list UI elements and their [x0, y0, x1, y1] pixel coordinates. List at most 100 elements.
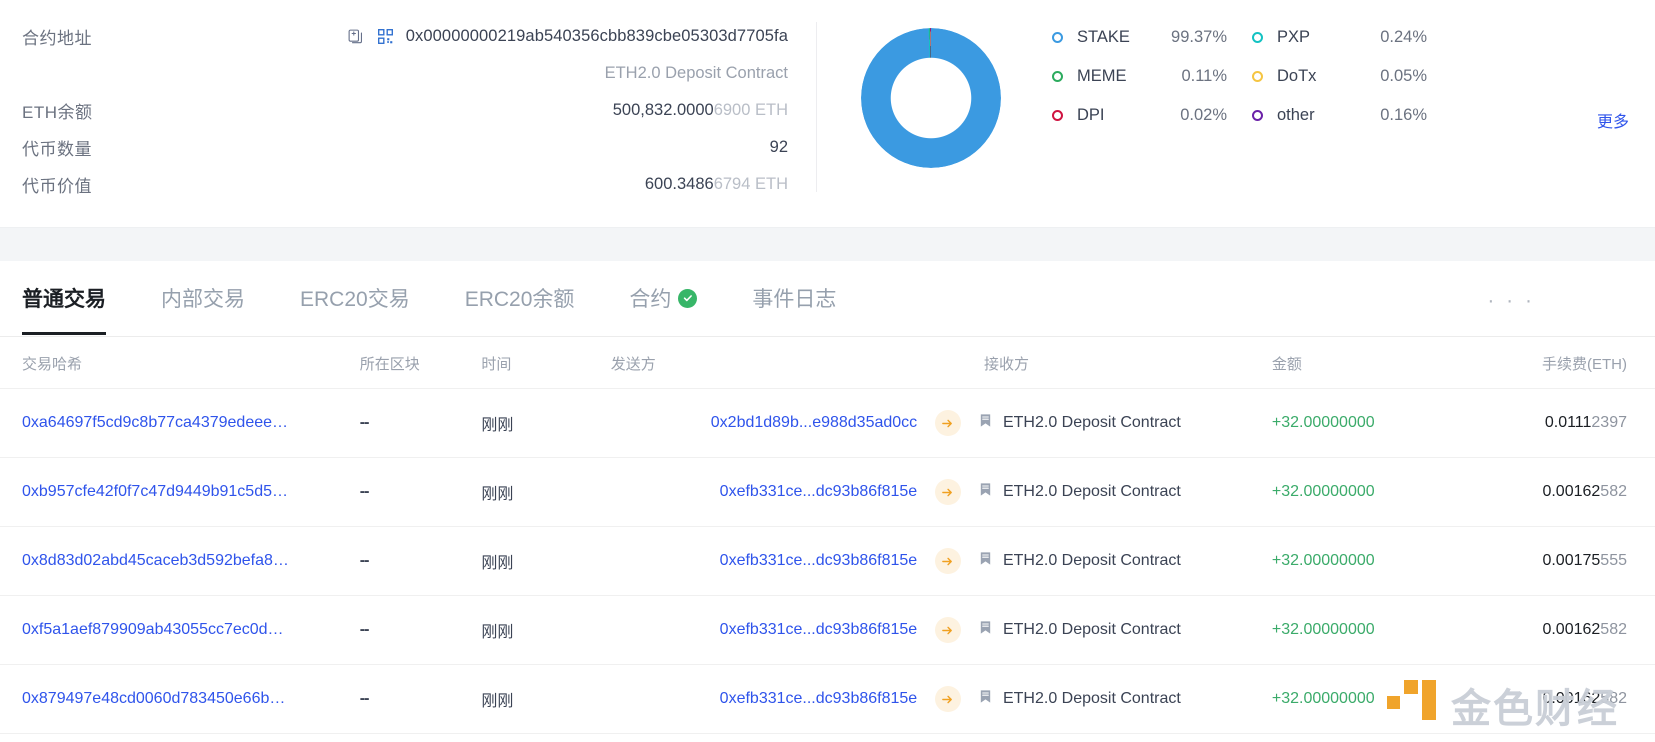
fee-tail: 582: [1600, 621, 1627, 638]
from-address-link[interactable]: 0xefb331ce...dc93b86f815e: [720, 483, 918, 500]
from-address-link[interactable]: 0xefb331ce...dc93b86f815e: [720, 552, 918, 569]
time-value: 刚刚: [481, 417, 514, 434]
fee-main: 0.00162: [1542, 690, 1601, 707]
to-label: ETH2.0 Deposit Contract: [1002, 483, 1181, 500]
tx-hash-link[interactable]: 0xb957cfe42f0f7c47d9449b91c5d5…: [22, 483, 288, 500]
contract-tag-icon: [978, 551, 994, 571]
legend-item-stake[interactable]: STAKE 99.37%: [1052, 28, 1252, 47]
page-root: 合约地址 0x00000000219ab540356cbb839cbe05303…: [0, 0, 1655, 742]
tx-hash-link[interactable]: 0x8d83d02abd45caceb3d592befa8…: [22, 552, 289, 569]
cell-fee: 0.01112397: [1454, 388, 1655, 458]
contract-info-list: 合约地址 0x00000000219ab540356cbb839cbe05303…: [0, 0, 816, 203]
legend-item-dotx[interactable]: DoTx 0.05%: [1252, 67, 1452, 86]
legend-item-pxp[interactable]: PXP 0.24%: [1252, 28, 1452, 47]
cell-time: 刚刚: [481, 595, 583, 665]
cell-from: 0xefb331ce...dc93b86f815e: [582, 595, 918, 665]
col-header-arrow: [917, 337, 978, 389]
tx-hash-link[interactable]: 0x879497e48cd0060d783450e66b…: [22, 690, 285, 707]
tx-hash-link[interactable]: 0xf5a1aef879909ab43055cc7ec0d…: [22, 621, 284, 638]
donut-chart[interactable]: [861, 28, 1001, 168]
tab-2[interactable]: ERC20交易: [300, 261, 410, 313]
label-contract-address: 合约地址: [22, 29, 92, 48]
table-header-row: 交易哈希 所在区块 时间 发送方 接收方 金额 手续费(ETH): [0, 337, 1655, 389]
arrow-right-icon: [934, 479, 961, 505]
col-header-from: 发送方: [582, 337, 918, 389]
contract-tag-icon: [978, 482, 994, 502]
token-distribution-chart: [816, 0, 1046, 168]
time-value: 刚刚: [481, 693, 514, 710]
contract-name-text: ETH2.0 Deposit Contract: [604, 64, 788, 82]
cell-fee: 0.00162582: [1454, 457, 1655, 527]
tab-4[interactable]: 合约: [629, 261, 698, 313]
cell-from: 0xefb331ce...dc93b86f815e: [582, 457, 918, 527]
fee-main: 0.00162: [1542, 621, 1601, 638]
contract-tag-icon: [978, 689, 994, 709]
time-value: 刚刚: [481, 486, 514, 503]
info-row-contract-name: ETH2.0 Deposit Contract: [22, 55, 788, 92]
tab-3[interactable]: ERC20余额: [465, 261, 575, 313]
legend-label: PXP: [1277, 28, 1311, 46]
label-token-value: 代币价值: [22, 177, 92, 196]
cell-block: --: [359, 595, 482, 665]
cell-from: 0xefb331ce...dc93b86f815e: [582, 664, 918, 734]
legend-item-other[interactable]: other 0.16%: [1252, 106, 1452, 125]
block-value: --: [359, 621, 370, 638]
cell-block: --: [359, 457, 482, 527]
legend-percent: 0.16%: [1380, 106, 1427, 124]
fee-main: 0.00162: [1542, 483, 1601, 500]
from-address-link[interactable]: 0xefb331ce...dc93b86f815e: [720, 621, 918, 638]
table-head: 交易哈希 所在区块 时间 发送方 接收方 金额 手续费(ETH): [0, 337, 1655, 389]
from-address-link[interactable]: 0xefb331ce...dc93b86f815e: [720, 690, 918, 707]
fee-tail: 582: [1600, 690, 1627, 707]
legend-color-dot-icon: [1052, 32, 1063, 43]
cell-to: ETH2.0 Deposit Contract: [977, 388, 1272, 458]
value-contract-address: 0x00000000219ab540356cbb839cbe05303d7705…: [272, 27, 788, 47]
legend-item-dpi[interactable]: DPI 0.02%: [1052, 106, 1252, 125]
cell-fee: 0.00162582: [1454, 664, 1655, 734]
time-value: 刚刚: [481, 555, 514, 572]
cell-time: 刚刚: [481, 526, 583, 596]
cell-amount: +32.00000000: [1271, 388, 1455, 458]
more-link[interactable]: 更多: [1597, 108, 1629, 132]
tx-hash-link[interactable]: 0xa64697f5cd9c8b77ca4379edeee…: [22, 414, 288, 431]
block-value: --: [359, 690, 370, 707]
tab-5[interactable]: 事件日志: [752, 261, 836, 313]
legend-label: STAKE: [1077, 28, 1130, 46]
amount-value: +32.00000000: [1271, 483, 1375, 500]
cell-to: ETH2.0 Deposit Contract: [977, 664, 1272, 734]
to-label: ETH2.0 Deposit Contract: [1002, 690, 1181, 707]
value-token-count: 92: [272, 138, 788, 157]
col-header-to: 接收方: [977, 337, 1272, 389]
legend-item-meme[interactable]: MEME 0.11%: [1052, 67, 1252, 86]
copy-icon[interactable]: [346, 27, 366, 47]
value-eth-balance: 500,832.00006900 ETH: [272, 101, 788, 120]
tab-0[interactable]: 普通交易: [22, 261, 106, 335]
table-body: 0xa64697f5cd9c8b77ca4379edeee… -- 刚刚 0x2bd1…: [0, 388, 1655, 734]
qr-code-icon[interactable]: [376, 27, 396, 47]
contract-address-text[interactable]: 0x00000000219ab540356cbb839cbe05303d7705…: [406, 27, 788, 46]
fee-value: 0.00162582: [1542, 690, 1627, 707]
legend-label: DoTx: [1277, 67, 1317, 85]
col-header-block: 所在区块: [359, 337, 482, 389]
transactions-table: 交易哈希 所在区块 时间 发送方 接收方 金额 手续费(ETH) 0xa6469…: [0, 337, 1655, 734]
table-row: 0xa64697f5cd9c8b77ca4379edeee… -- 刚刚 0x2bd1…: [0, 388, 1655, 458]
legend-percent: 0.24%: [1380, 28, 1427, 46]
arrow-right-icon: [934, 410, 961, 436]
cell-time: 刚刚: [481, 388, 583, 458]
cell-from: 0x2bd1d89b...e988d35ad0cc: [582, 388, 918, 458]
table-row: 0xf5a1aef879909ab43055cc7ec0d… -- 刚刚 0xefb3…: [0, 595, 1655, 665]
cell-tx-hash: 0xf5a1aef879909ab43055cc7ec0d…: [0, 595, 360, 665]
value-contract-name: ETH2.0 Deposit Contract: [272, 64, 788, 83]
amount-value: +32.00000000: [1271, 690, 1375, 707]
tab-1[interactable]: 内部交易: [161, 261, 245, 313]
to-label: ETH2.0 Deposit Contract: [1002, 414, 1181, 431]
fee-tail: 555: [1600, 552, 1627, 569]
cell-time: 刚刚: [481, 457, 583, 527]
arrow-right-icon: [934, 617, 961, 643]
col-header-hash: 交易哈希: [0, 337, 360, 389]
tabs-overflow-icon[interactable]: · · ·: [1487, 289, 1535, 313]
from-address-link[interactable]: 0x2bd1d89b...e988d35ad0cc: [711, 414, 917, 431]
legend-label: DPI: [1077, 106, 1105, 124]
cell-to: ETH2.0 Deposit Contract: [977, 457, 1272, 527]
arrow-right-icon: [934, 548, 961, 574]
